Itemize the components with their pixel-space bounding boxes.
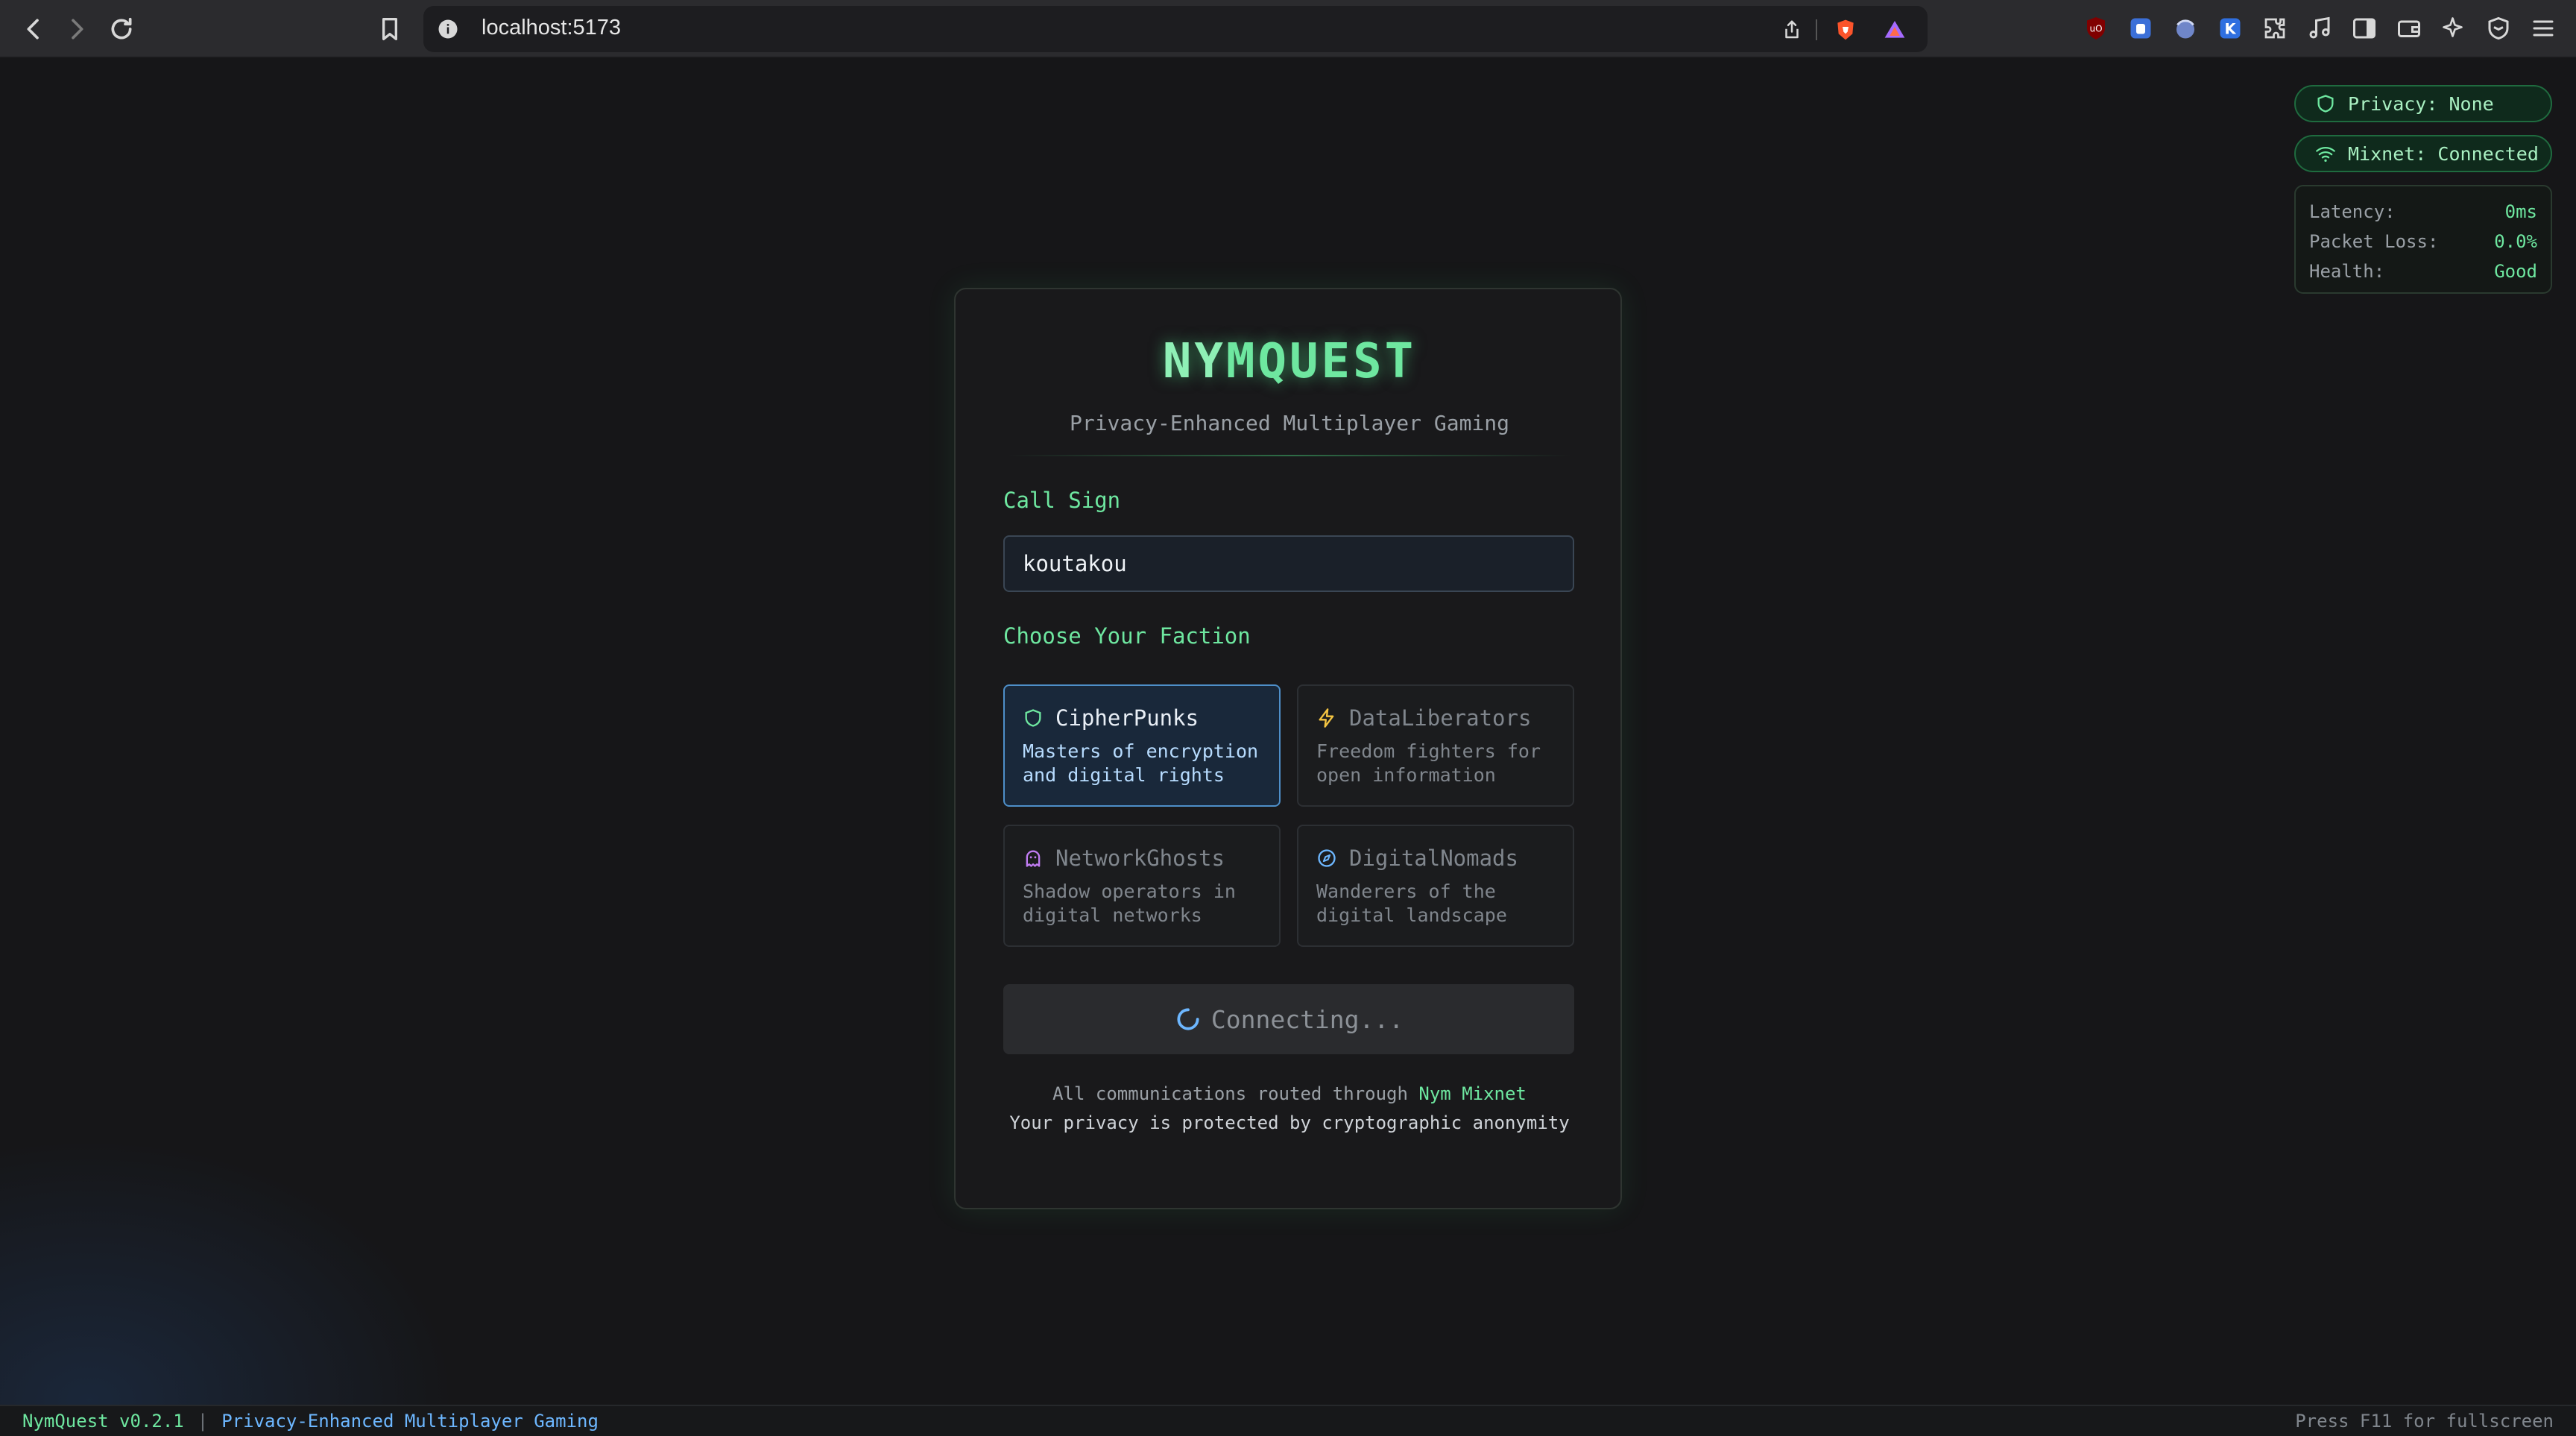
shield-icon — [1025, 709, 1041, 727]
share-icon[interactable] — [1777, 15, 1807, 45]
bitwarden-extension-icon[interactable] — [2124, 12, 2157, 45]
menu-hamburger-icon[interactable] — [2527, 12, 2560, 45]
faction-description: Wanderers of the digital landscape — [1316, 881, 1507, 926]
connect-button[interactable]: Connecting... — [1003, 984, 1574, 1054]
privacy-footnote-line1: All communications routed through Nym Mi… — [1052, 1083, 1527, 1104]
callsign-label: Call Sign — [1003, 488, 1121, 513]
callsign-input[interactable] — [1003, 535, 1574, 592]
title-divider — [1008, 455, 1571, 456]
app-version: NymQuest v0.2.1 — [22, 1411, 184, 1432]
bookmark-button[interactable] — [371, 10, 408, 48]
site-info-icon[interactable] — [434, 15, 462, 43]
network-metrics-panel: Latency: 0ms Packet Loss: 0.0% Health: G… — [2294, 185, 2552, 294]
metric-value: 0ms — [2504, 201, 2537, 222]
wifi-icon — [2316, 146, 2335, 162]
faction-description: Freedom fighters for open information — [1316, 740, 1541, 786]
privacy-status-badge: Privacy: None — [2294, 85, 2552, 122]
fullscreen-hint: Press F11 for fullscreen — [2295, 1411, 2554, 1432]
metric-health: Health: Good — [2309, 256, 2537, 286]
mixnet-highlight: Nym Mixnet — [1418, 1083, 1527, 1104]
app-tagline: Privacy-Enhanced Multiplayer Gaming — [221, 1411, 599, 1432]
metric-packet-loss: Packet Loss: 0.0% — [2309, 227, 2537, 256]
logo-part-rest: MQUEST — [1225, 334, 1417, 389]
game-subtitle: Privacy-Enhanced Multiplayer Gaming — [1069, 411, 1509, 435]
metric-value: 0.0% — [2494, 231, 2537, 252]
faction-option-cipherpunks[interactable]: CipherPunks Masters of encryption and di… — [1003, 684, 1281, 807]
extensions-puzzle-icon[interactable] — [2258, 12, 2291, 45]
game-page: Privacy: None Mixnet: Connected Latency:… — [0, 58, 2576, 1405]
mixnet-status-label: Mixnet: Connected — [2348, 142, 2539, 165]
url-separator — [1816, 19, 1817, 40]
media-music-icon[interactable] — [2303, 12, 2336, 45]
login-card: NYMQUEST Privacy-Enhanced Multiplayer Ga… — [954, 288, 1622, 1209]
faction-name: DigitalNomads — [1349, 845, 1518, 871]
vpn-extension-icon[interactable] — [2169, 12, 2202, 45]
metric-value: Good — [2494, 261, 2537, 282]
loading-spinner-icon — [1177, 1008, 1199, 1030]
leo-ai-sparkle-icon[interactable] — [2437, 12, 2470, 45]
forward-button[interactable] — [58, 10, 95, 48]
metric-label: Health: — [2309, 261, 2385, 282]
browser-toolbar: localhost:5173 uO K — [0, 0, 2576, 58]
faction-label: Choose Your Faction — [1003, 623, 1251, 649]
forward-arrow-icon — [72, 19, 83, 40]
wallet-icon[interactable] — [2393, 12, 2425, 45]
svg-text:K: K — [2224, 21, 2236, 38]
mixnet-status-badge: Mixnet: Connected — [2294, 135, 2552, 172]
k-extension-icon[interactable]: K — [2214, 12, 2247, 45]
game-logo-title: NYMQUEST — [956, 334, 1623, 389]
shield-icon — [2317, 95, 2334, 113]
back-button[interactable] — [15, 10, 52, 48]
faction-description: Masters of encryption and digital rights — [1023, 740, 1259, 786]
status-separator: | — [197, 1411, 209, 1432]
connect-button-label: Connecting... — [1210, 1004, 1404, 1034]
metric-label: Packet Loss: — [2309, 231, 2439, 252]
brave-vpn-shield-icon[interactable] — [2482, 12, 2515, 45]
svg-text:uO: uO — [2089, 24, 2102, 34]
ghost-icon — [1026, 850, 1041, 867]
faction-description: Shadow operators in digital networks — [1023, 881, 1236, 926]
faction-name: CipherPunks — [1055, 705, 1199, 731]
privacy-footnote-line2: Your privacy is protected by cryptograph… — [1009, 1112, 1570, 1133]
address-bar[interactable]: localhost:5173 — [423, 6, 1928, 52]
faction-name: DataLiberators — [1349, 705, 1532, 731]
faction-option-digitalnomads[interactable]: DigitalNomads Wanderers of the digital l… — [1297, 825, 1574, 947]
brave-shields-icon[interactable] — [1831, 15, 1860, 45]
brave-rewards-icon[interactable] — [1880, 15, 1910, 45]
metric-label: Latency: — [2309, 201, 2396, 222]
metric-latency: Latency: 0ms — [2309, 197, 2537, 227]
back-arrow-icon — [27, 19, 39, 40]
reload-icon — [111, 17, 132, 40]
compass-icon — [1318, 849, 1336, 867]
faction-option-networkghosts[interactable]: NetworkGhosts Shadow operators in digita… — [1003, 825, 1281, 947]
faction-name: NetworkGhosts — [1055, 845, 1225, 871]
bookmark-icon — [382, 18, 397, 40]
sidebar-toggle-icon[interactable] — [2348, 12, 2381, 45]
url-text[interactable]: localhost:5173 — [482, 16, 621, 40]
reload-button[interactable] — [103, 10, 140, 48]
ublock-extension-icon[interactable]: uO — [2080, 12, 2112, 45]
lightning-icon — [1319, 708, 1334, 728]
logo-part-ny: NY — [1162, 334, 1226, 389]
privacy-status-label: Privacy: None — [2348, 92, 2494, 115]
app-status-bar: NymQuest v0.2.1 | Privacy-Enhanced Multi… — [0, 1405, 2576, 1436]
faction-option-dataliberators[interactable]: DataLiberators Freedom fighters for open… — [1297, 684, 1574, 807]
